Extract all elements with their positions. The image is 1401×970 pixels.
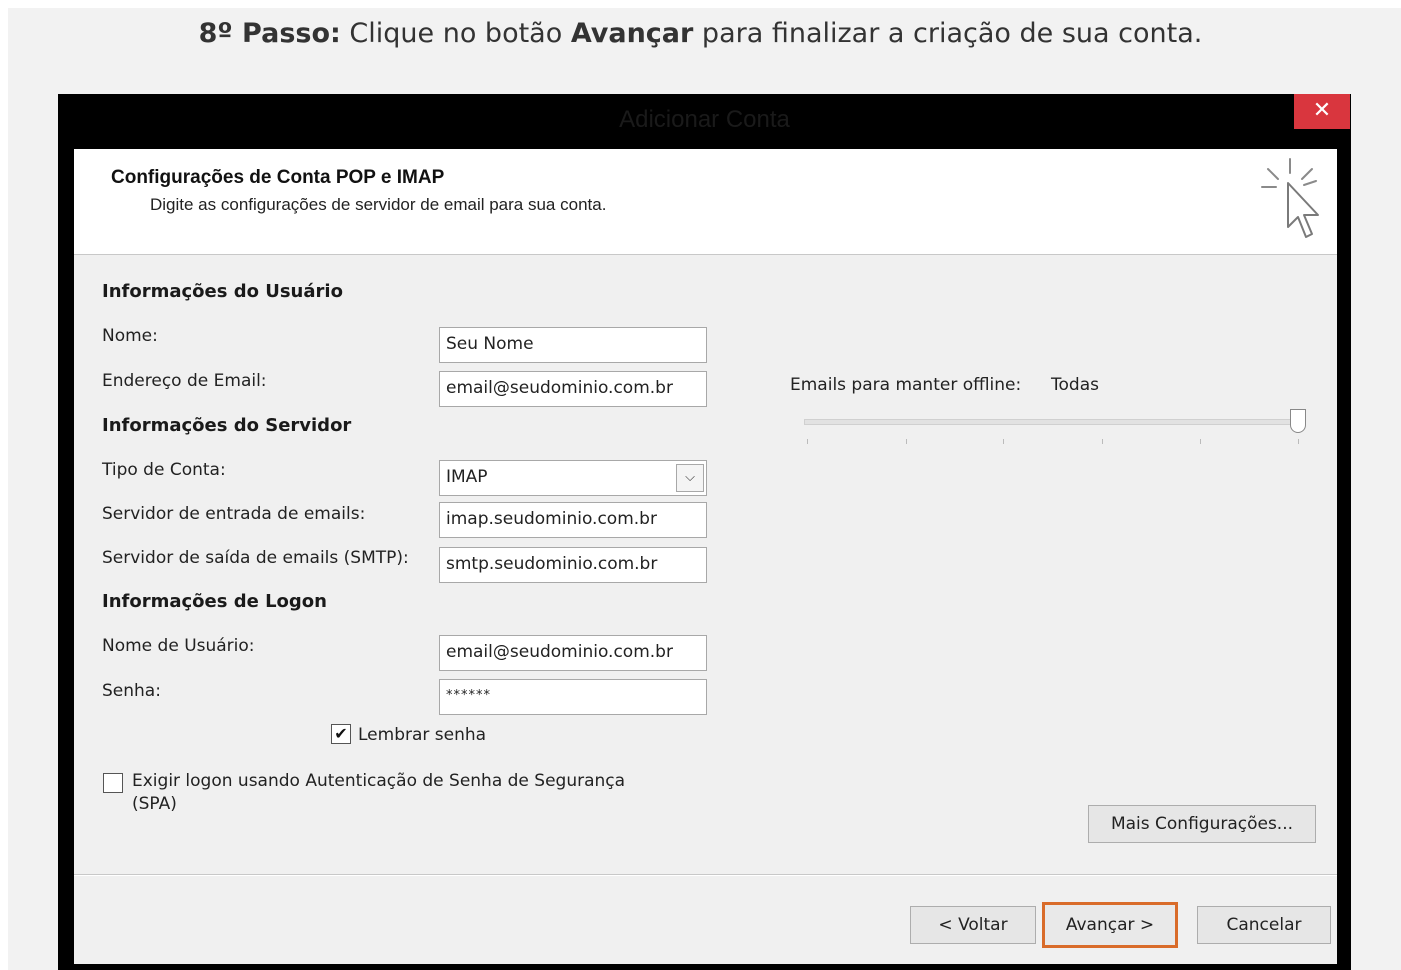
remember-password-label[interactable]: Lembrar senha: [358, 725, 486, 745]
back-button[interactable]: < Voltar: [910, 906, 1036, 944]
name-input[interactable]: Seu Nome: [439, 327, 707, 363]
instruction-button-name: Avançar: [570, 18, 694, 49]
offline-label: Emails para manter offline:: [790, 375, 1022, 395]
password-input[interactable]: ******: [439, 679, 707, 715]
offline-value: Todas: [1051, 375, 1099, 395]
chevron-down-icon[interactable]: ⌵: [676, 464, 704, 492]
offline-slider-track[interactable]: [804, 419, 1304, 425]
name-label: Nome:: [102, 326, 158, 346]
add-account-window: Adicionar Conta ✕ Configurações de Conta…: [58, 94, 1351, 970]
slider-tick: [1102, 439, 1103, 444]
header-title: Configurações de Conta POP e IMAP: [111, 167, 445, 188]
username-input[interactable]: email@seudominio.com.br: [439, 635, 707, 671]
incoming-server-label: Servidor de entrada de emails:: [102, 504, 366, 524]
instruction-text-before: Clique no botão: [340, 18, 571, 49]
section-logon-info: Informações de Logon: [102, 591, 327, 612]
more-settings-button[interactable]: Mais Configurações...: [1088, 805, 1316, 843]
account-type-label: Tipo de Conta:: [102, 460, 226, 480]
outgoing-server-label: Servidor de saída de emails (SMTP):: [102, 548, 409, 568]
spa-label-line1[interactable]: Exigir logon usando Autenticação de Senh…: [132, 771, 625, 791]
instruction-step: 8º Passo:: [198, 18, 341, 49]
spa-checkbox[interactable]: [103, 773, 123, 793]
pointer-cursor-icon: [1261, 158, 1319, 238]
account-type-value: IMAP: [446, 467, 488, 487]
email-label: Endereço de Email:: [102, 371, 267, 391]
header-subtitle: Digite as configurações de servidor de e…: [150, 195, 607, 214]
username-label: Nome de Usuário:: [102, 636, 255, 656]
instruction-text-after: para finalizar a criação de sua conta.: [693, 18, 1203, 49]
title-bar[interactable]: Adicionar Conta ✕: [58, 94, 1351, 149]
slider-tick: [1298, 439, 1299, 444]
window-title: Adicionar Conta: [619, 106, 790, 133]
password-label: Senha:: [102, 681, 161, 701]
dialog-client-area: Configurações de Conta POP e IMAP Digite…: [74, 149, 1337, 964]
outgoing-server-input[interactable]: smtp.seudominio.com.br: [439, 547, 707, 583]
slider-tick: [807, 439, 808, 444]
account-type-select[interactable]: IMAP ⌵: [439, 460, 707, 496]
offline-slider-thumb[interactable]: [1290, 409, 1306, 433]
instruction-text: 8º Passo: Clique no botão Avançar para f…: [0, 18, 1401, 49]
email-input[interactable]: email@seudominio.com.br: [439, 371, 707, 407]
section-server-info: Informações do Servidor: [102, 415, 352, 436]
incoming-server-input[interactable]: imap.seudominio.com.br: [439, 502, 707, 538]
footer-divider: [74, 874, 1337, 876]
slider-tick: [1200, 439, 1201, 444]
slider-tick: [906, 439, 907, 444]
close-button[interactable]: ✕: [1294, 94, 1350, 129]
section-user-info: Informações do Usuário: [102, 281, 343, 302]
cancel-button[interactable]: Cancelar: [1197, 906, 1331, 944]
remember-password-checkbox[interactable]: ✔: [331, 724, 351, 744]
check-icon: ✔: [334, 724, 348, 743]
slider-tick: [1003, 439, 1004, 444]
spa-label-line2[interactable]: (SPA): [132, 794, 177, 814]
close-icon: ✕: [1312, 98, 1332, 123]
next-button[interactable]: Avançar >: [1042, 902, 1178, 948]
dialog-header: Configurações de Conta POP e IMAP Digite…: [74, 149, 1337, 255]
